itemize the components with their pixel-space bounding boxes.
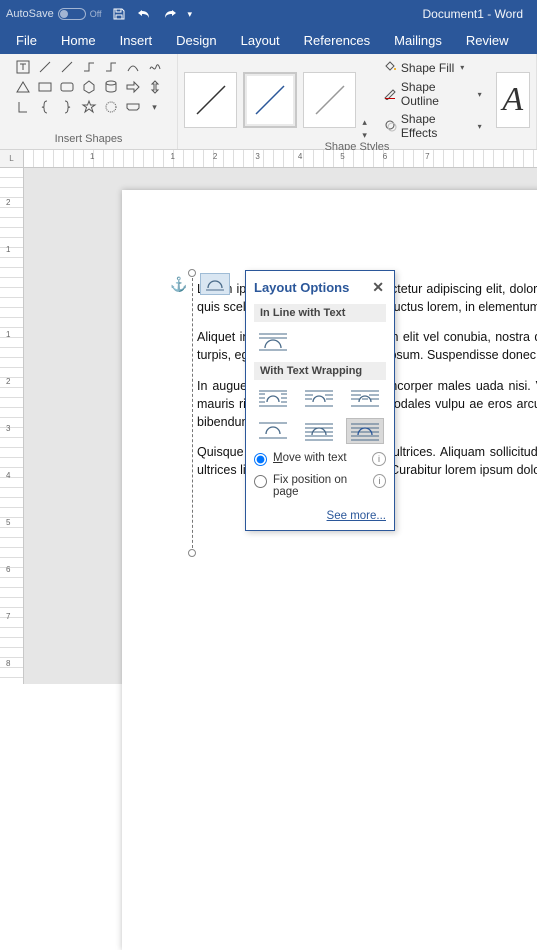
save-icon[interactable] — [112, 7, 126, 21]
tab-layout[interactable]: Layout — [229, 28, 292, 54]
shape-rect-icon[interactable] — [35, 78, 55, 96]
radio-fix-label: Fix position on page — [273, 474, 367, 498]
shapes-gallery[interactable]: ▾ — [13, 58, 165, 116]
section-inline: In Line with Text — [254, 304, 386, 322]
ribbon-tabs: File Home Insert Design Layout Reference… — [0, 28, 537, 54]
shape-line2-icon[interactable] — [57, 58, 77, 76]
styles-more-icon[interactable]: ▴▾ — [362, 117, 367, 141]
autosave-toggle[interactable]: AutoSave Off — [6, 8, 102, 20]
group-label: Insert Shapes — [55, 133, 123, 145]
shape-connector-icon[interactable] — [79, 58, 99, 76]
ribbon: ▾ Insert Shapes ▴▾ Shape Fill▾ Shape Out… — [0, 54, 537, 150]
ruler-vertical[interactable]: 2 1 1 2 3 4 5 6 7 8 — [0, 168, 24, 684]
shape-roundrect-icon[interactable] — [57, 78, 77, 96]
ruler-horizontal[interactable]: 1 1 2 3 4 5 6 7 — [24, 150, 537, 168]
shape-brace2-icon[interactable] — [57, 98, 77, 116]
shape-triangle-icon[interactable] — [13, 78, 33, 96]
style-thumb-2[interactable] — [243, 72, 297, 128]
shape-freeform-icon[interactable] — [145, 58, 165, 76]
wrap-through[interactable] — [346, 386, 384, 412]
shape-line-icon[interactable] — [35, 58, 55, 76]
tab-home[interactable]: Home — [49, 28, 108, 54]
popup-title: Layout Options — [254, 280, 349, 295]
wrap-square[interactable] — [254, 386, 292, 412]
shape-effects-button[interactable]: Shape Effects▾ — [379, 111, 486, 141]
radio-input[interactable] — [254, 475, 267, 488]
wrap-inline[interactable] — [254, 328, 292, 354]
shape-polygon-icon[interactable] — [79, 78, 99, 96]
undo-icon[interactable] — [136, 7, 152, 21]
see-more-link[interactable]: See more... — [327, 510, 386, 522]
shape-banner-icon[interactable] — [123, 98, 143, 116]
wordart-styles-button[interactable]: A — [496, 72, 530, 128]
tab-references[interactable]: References — [292, 28, 382, 54]
shape-curve-icon[interactable] — [123, 58, 143, 76]
radio-fix-position[interactable]: Fix position on page i — [254, 474, 386, 498]
wrap-topbottom[interactable] — [254, 418, 292, 444]
shape-arrowud-icon[interactable] — [145, 78, 165, 96]
bucket-icon — [383, 59, 397, 76]
pen-icon — [383, 86, 397, 103]
layout-options-button[interactable] — [200, 273, 230, 295]
shape-effects-label: Shape Effects — [401, 112, 472, 140]
shape-cylinder-icon[interactable] — [101, 78, 121, 96]
group-insert-shapes: ▾ Insert Shapes — [0, 54, 178, 149]
shape-arrowr-icon[interactable] — [123, 78, 143, 96]
shape-textbox-icon[interactable] — [13, 58, 33, 76]
style-thumb-1[interactable] — [184, 72, 237, 128]
ruler-corner[interactable]: L — [0, 150, 24, 168]
shape-line — [192, 273, 193, 553]
tab-file[interactable]: File — [4, 28, 49, 54]
wrap-behind[interactable] — [300, 418, 338, 444]
effects-icon — [383, 118, 397, 135]
quick-access-toolbar: ▾ — [112, 7, 193, 21]
layout-options-popup: Layout Options ✕ In Line with Text With … — [245, 270, 395, 531]
toggle-off-icon — [58, 8, 86, 20]
titlebar: AutoSave Off ▾ Document1 - Word — [0, 0, 537, 28]
anchor-icon[interactable]: ⚓ — [170, 276, 187, 293]
wrap-tight[interactable] — [300, 386, 338, 412]
shape-outline-label: Shape Outline — [401, 80, 472, 108]
tab-design[interactable]: Design — [164, 28, 228, 54]
wrap-infront[interactable] — [346, 418, 384, 444]
shape-elbow-icon[interactable] — [101, 58, 121, 76]
shape-outline-button[interactable]: Shape Outline▾ — [379, 79, 486, 109]
see-more-link-row: See more... — [254, 508, 386, 522]
shape-brace-icon[interactable] — [35, 98, 55, 116]
shape-fill-button[interactable]: Shape Fill▾ — [379, 58, 486, 77]
info-icon[interactable]: i — [372, 452, 386, 466]
workspace: L 1 1 2 3 4 5 6 7 2 1 1 2 3 4 5 6 7 8 — [0, 150, 537, 684]
tab-mailings[interactable]: Mailings — [382, 28, 454, 54]
shape-fill-label: Shape Fill — [401, 61, 454, 75]
radio-move-with-text[interactable]: Move with text i — [254, 452, 386, 466]
page[interactable]: Lorem ipsum dolor sit amet, consectetur … — [122, 190, 537, 950]
group-shape-styles: ▴▾ Shape Fill▾ Shape Outline▾ Shape Effe… — [178, 54, 537, 149]
document-title: Document1 - Word — [423, 7, 523, 21]
resize-handle-top[interactable] — [188, 269, 196, 277]
radio-input[interactable] — [254, 453, 267, 466]
section-wrap: With Text Wrapping — [254, 362, 386, 380]
autosave-label: AutoSave — [6, 8, 54, 20]
close-icon[interactable]: ✕ — [370, 279, 386, 296]
autosave-state: Off — [90, 9, 102, 19]
qat-dropdown-icon[interactable]: ▾ — [188, 9, 193, 20]
shape-seal-icon[interactable] — [101, 98, 121, 116]
resize-handle-bottom[interactable] — [188, 549, 196, 557]
style-thumb-3[interactable] — [303, 72, 356, 128]
info-icon[interactable]: i — [373, 474, 386, 488]
tab-review[interactable]: Review — [454, 28, 521, 54]
shape-star-icon[interactable] — [79, 98, 99, 116]
shapes-more-icon[interactable]: ▾ — [145, 98, 165, 116]
tab-insert[interactable]: Insert — [108, 28, 165, 54]
shape-l-icon[interactable] — [13, 98, 33, 116]
redo-icon[interactable] — [162, 7, 178, 21]
radio-move-label: ove with text — [283, 452, 347, 464]
